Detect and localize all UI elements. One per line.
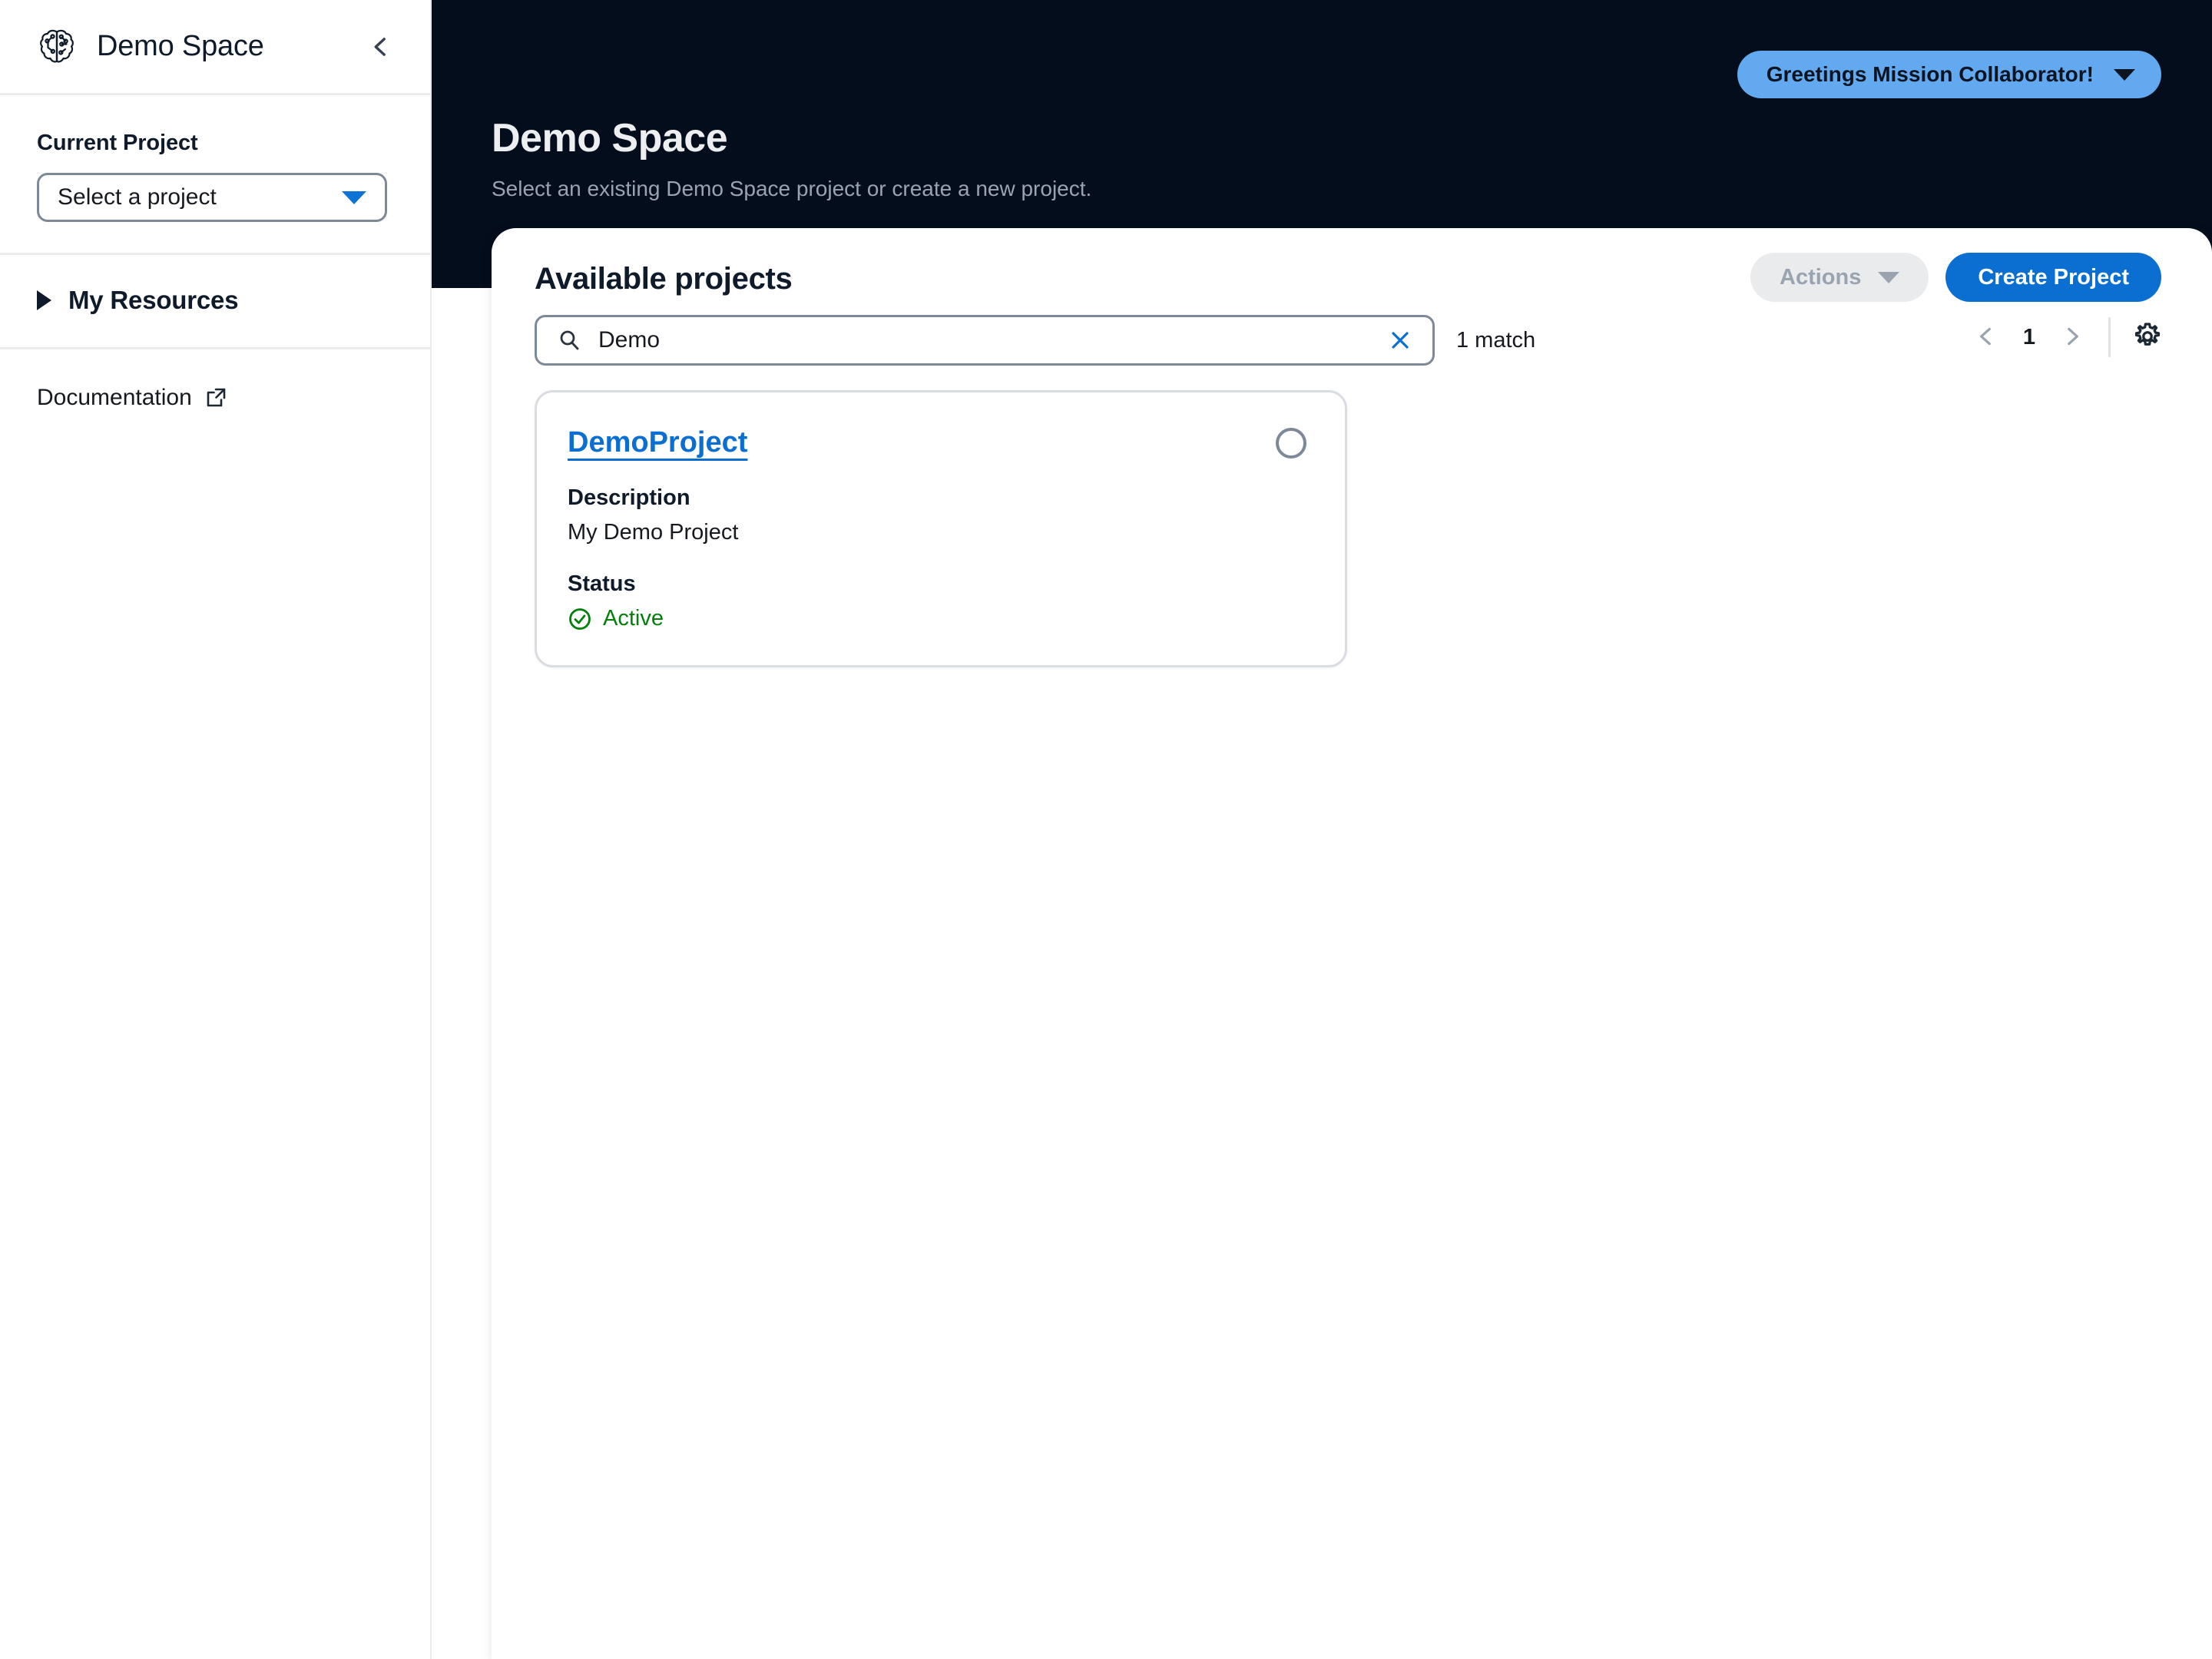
page-header: Demo Space Select an existing Demo Space…: [492, 115, 1091, 201]
filter-row: 1 match 1: [492, 296, 2212, 366]
panel-title: Available projects: [535, 262, 793, 296]
current-project-section: Current Project Select a project: [0, 95, 430, 255]
sidebar-item-documentation[interactable]: Documentation: [37, 385, 393, 411]
settings-button[interactable]: [2126, 316, 2169, 359]
pagination-current-page[interactable]: 1: [2008, 325, 2050, 350]
project-select[interactable]: Select a project: [37, 173, 387, 222]
create-project-button[interactable]: Create Project: [1945, 253, 2161, 302]
external-link-icon: [204, 386, 227, 409]
description-label: Description: [568, 485, 690, 510]
status-text: Active: [603, 606, 664, 631]
triangle-right-icon: [37, 290, 51, 310]
page-title: Demo Space: [492, 116, 728, 161]
app-root: Demo Space Current Project Select a proj…: [0, 0, 2212, 1659]
close-icon[interactable]: [1385, 325, 1416, 356]
description-value: My Demo Project: [568, 520, 739, 545]
search-input[interactable]: [598, 327, 1385, 353]
create-project-button-label: Create Project: [1978, 264, 2129, 290]
pagination-prev-button[interactable]: [1964, 313, 2008, 361]
pagination-divider: [2108, 317, 2111, 357]
actions-button-label: Actions: [1780, 264, 1862, 290]
panel-header: Available projects Actions Create Projec…: [492, 228, 2212, 302]
chevron-down-icon: [342, 190, 366, 204]
project-list: DemoProject Description My Demo Project …: [492, 366, 2212, 667]
available-projects-panel: Available projects Actions Create Projec…: [492, 228, 2212, 1659]
gear-icon: [2132, 321, 2163, 354]
status-badge: Active: [568, 606, 1308, 631]
project-name-link[interactable]: DemoProject: [568, 426, 747, 459]
actions-button[interactable]: Actions: [1750, 253, 1929, 302]
search-box[interactable]: [535, 315, 1435, 366]
pagination-next-button[interactable]: [2050, 313, 2094, 361]
chevron-down-icon: [2114, 68, 2135, 81]
main-content: Greetings Mission Collaborator! Demo Spa…: [432, 0, 2212, 1659]
search-icon: [557, 328, 581, 353]
project-select-value: Select a project: [58, 184, 217, 210]
sidebar: Demo Space Current Project Select a proj…: [0, 0, 432, 1659]
pagination: 1: [1964, 313, 2169, 361]
project-select-radio[interactable]: [1276, 428, 1306, 459]
chevron-left-icon[interactable]: [361, 27, 401, 67]
page-subtitle: Select an existing Demo Space project or…: [492, 177, 1092, 200]
greeting-button-label: Greetings Mission Collaborator!: [1766, 62, 2094, 86]
greeting-button[interactable]: Greetings Mission Collaborator!: [1737, 51, 2161, 98]
sidebar-title: Demo Space: [97, 30, 264, 62]
brain-circuit-icon: [37, 27, 77, 67]
status-label: Status: [568, 571, 636, 596]
greeting-menu: Greetings Mission Collaborator!: [1737, 51, 2161, 98]
match-count: 1 match: [1456, 327, 1536, 353]
chevron-left-icon: [1973, 323, 1999, 352]
panel-header-actions: Actions Create Project: [1750, 253, 2161, 302]
sidebar-group-label: My Resources: [68, 286, 239, 314]
check-circle-icon: [568, 607, 592, 631]
chevron-right-icon: [2059, 323, 2085, 352]
project-card[interactable]: DemoProject Description My Demo Project …: [535, 390, 1347, 667]
sidebar-item-label: Documentation: [37, 385, 192, 410]
sidebar-group-my-resources[interactable]: My Resources: [0, 255, 430, 349]
sidebar-links: Documentation: [0, 349, 430, 411]
current-project-label: Current Project: [37, 131, 198, 155]
chevron-down-icon: [1878, 271, 1900, 283]
sidebar-header: Demo Space: [0, 0, 430, 95]
